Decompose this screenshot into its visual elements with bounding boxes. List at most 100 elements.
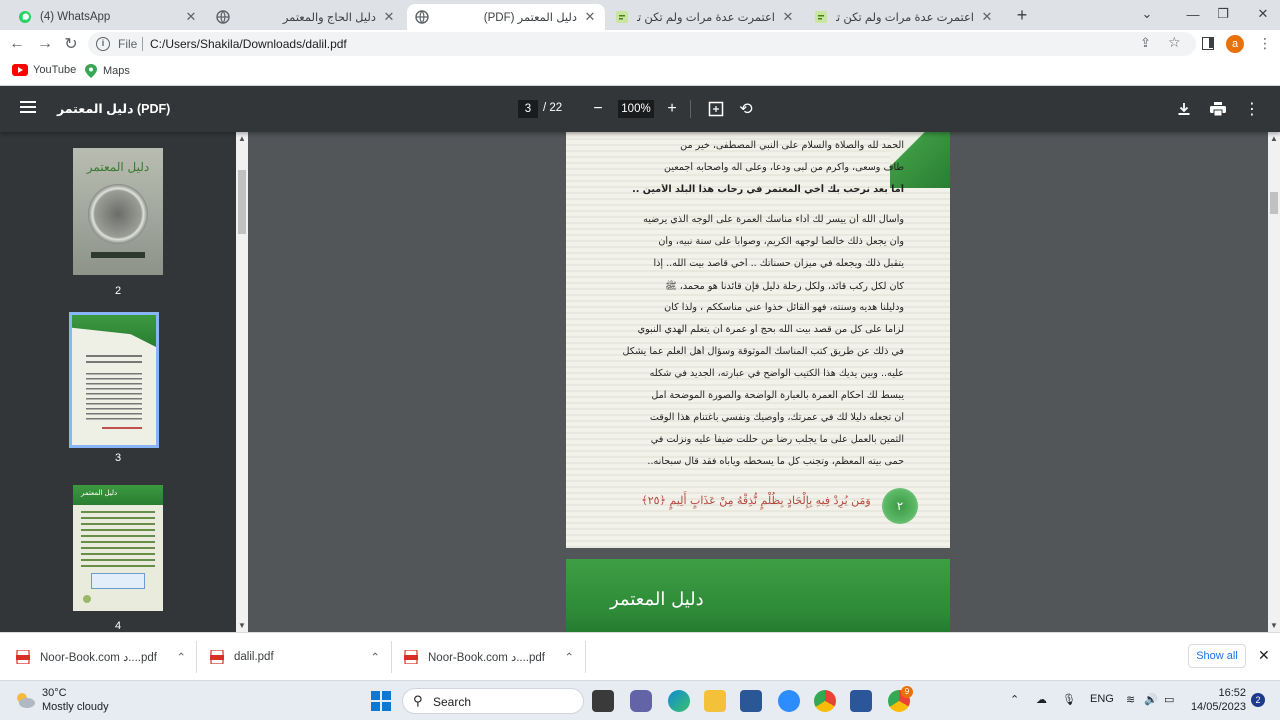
tab-article-2[interactable]: اعتمرت عدة مرات ولم تكن تأخذ من ✕ <box>806 4 1002 30</box>
search-label: Search <box>433 695 472 709</box>
windows-taskbar: 30°C Mostly cloudy ⚲ Search 9 ⌃ ☁ 🎙 ENG … <box>0 680 1280 720</box>
text-line: أن تجعله دليلا لك في عمرتك، وأوصيك ونفسي… <box>649 412 904 423</box>
chrome-icon[interactable] <box>814 690 836 712</box>
reload-icon[interactable]: ↻ <box>60 34 82 54</box>
page-number-input[interactable]: 3 <box>518 100 538 118</box>
bookmark-star-icon[interactable]: ☆ <box>1168 34 1181 51</box>
zoom-in-icon[interactable]: + <box>662 99 682 119</box>
tab-pdf[interactable]: دليل المعتمر (PDF) ✕ <box>407 4 605 30</box>
zoom-out-icon[interactable]: − <box>588 99 608 119</box>
cloud-icon[interactable]: ☁ <box>1036 693 1047 706</box>
thumbnail-title: دليل المعتمر <box>81 490 118 497</box>
chevron-up-icon[interactable]: ⌃ <box>1010 693 1019 706</box>
text-line: أما بعد نرحب بك أخي المعتمر في رحاب هذا … <box>632 184 904 195</box>
chevron-up-icon[interactable]: ⌃ <box>564 650 574 664</box>
taskbar-search[interactable]: ⚲ Search <box>402 688 584 714</box>
side-panel-icon[interactable] <box>1202 37 1214 50</box>
bookmark-youtube[interactable]: YouTube <box>12 64 76 76</box>
thumbnail-page-2[interactable]: دليل المعتمر <box>73 148 163 275</box>
close-icon[interactable]: ✕ <box>980 9 994 25</box>
scroll-up-icon[interactable]: ▲ <box>1270 134 1278 143</box>
thumbnail-page-3[interactable] <box>69 312 159 448</box>
divider <box>196 641 197 673</box>
download-item[interactable]: Noor-Book.com د....pdf ⌃ <box>404 643 574 671</box>
kaaba-image <box>88 184 148 244</box>
wifi-icon[interactable]: ≋ <box>1126 693 1135 706</box>
globe-icon <box>415 10 429 24</box>
download-icon[interactable] <box>1174 99 1194 119</box>
battery-icon[interactable]: ▭ <box>1164 693 1174 706</box>
page-number-badge: ٢ <box>882 488 918 524</box>
download-item[interactable]: Noor-Book.com د....pdf ⌃ <box>16 643 186 671</box>
zoom-input[interactable]: 100% <box>618 100 654 118</box>
scroll-down-icon[interactable]: ▼ <box>1270 621 1278 630</box>
sidebar-scroll-thumb[interactable] <box>238 170 246 234</box>
avatar[interactable]: a <box>1226 35 1244 53</box>
bookmark-label: YouTube <box>33 64 77 76</box>
text-line: حمى بيته المعظم، وتجنب كل ما يسخطه ويأبا… <box>647 456 904 467</box>
teams-icon[interactable] <box>630 690 652 712</box>
notification-badge[interactable]: 2 <box>1251 693 1265 707</box>
language-indicator[interactable]: ENG <box>1090 693 1114 705</box>
close-downloads-icon[interactable]: ✕ <box>1258 647 1270 664</box>
clock-time[interactable]: 16:52 <box>1206 687 1246 699</box>
file-explorer-icon[interactable] <box>704 690 726 712</box>
bookmark-maps[interactable]: Maps <box>84 64 130 78</box>
thumbnail-page-4[interactable]: دليل المعتمر <box>73 485 163 611</box>
text-line: الحمد لله والصلاة والسلام على النبي المص… <box>680 140 904 151</box>
forward-icon[interactable]: → <box>34 34 56 54</box>
downloads-bar: Noor-Book.com د....pdf ⌃ dalil.pdf ⌃ Noo… <box>0 632 1280 680</box>
weather-desc[interactable]: Mostly cloudy <box>42 701 109 713</box>
text-line: لزاما على كل من قصد بيت الله بحج أو عمرة… <box>637 324 904 335</box>
info-icon[interactable]: i <box>96 37 110 51</box>
tab-strip: (4) WhatsApp ✕ دليل الحاج والمعتمر ✕ دلي… <box>0 0 1280 30</box>
show-all-button[interactable]: Show all <box>1188 644 1246 668</box>
text-line <box>86 355 142 357</box>
text-line: يبسط لك أحكام العمرة بالعبارة الواضحة وا… <box>651 390 904 401</box>
windows-start-icon[interactable] <box>371 691 391 711</box>
close-icon[interactable]: ✕ <box>781 9 795 25</box>
more-options-icon[interactable]: ⋮ <box>1242 99 1262 119</box>
zoom-app-icon[interactable] <box>778 690 800 712</box>
word-icon[interactable] <box>850 690 872 712</box>
fit-page-icon[interactable] <box>706 99 726 119</box>
rotate-icon[interactable]: ⟲ <box>736 99 756 119</box>
volume-icon[interactable]: 🔊 <box>1144 693 1158 706</box>
clock-date[interactable]: 14/05/2023 <box>1190 701 1246 713</box>
tab-search-icon[interactable]: ⌄ <box>1124 2 1170 26</box>
print-icon[interactable] <box>1208 99 1228 119</box>
close-icon[interactable]: ✕ <box>583 9 597 25</box>
weather-icon[interactable] <box>14 690 35 710</box>
download-item[interactable]: dalil.pdf ⌃ <box>210 643 380 671</box>
store-icon[interactable] <box>740 690 762 712</box>
back-icon[interactable]: ← <box>6 34 28 54</box>
hamburger-menu-icon[interactable] <box>20 100 36 114</box>
close-icon[interactable]: ✕ <box>382 9 396 25</box>
new-tab-button[interactable]: + <box>1012 5 1032 25</box>
scroll-up-icon[interactable]: ▲ <box>238 134 246 143</box>
text-line: ودليلنا هديه وسنته، فهو القائل خذوا عني … <box>664 302 904 313</box>
chevron-up-icon[interactable]: ⌃ <box>176 650 186 664</box>
task-view-icon[interactable] <box>592 690 614 712</box>
address-bar[interactable]: i File C:/Users/Shakila/Downloads/dalil.… <box>88 32 1196 56</box>
viewer-scroll-thumb[interactable] <box>1270 192 1278 214</box>
scroll-down-icon[interactable]: ▼ <box>238 621 246 630</box>
tab-article-1[interactable]: اعتمرت عدة مرات ولم تكن تأخذ من ✕ <box>607 4 803 30</box>
menu-kebab-icon[interactable]: ⋮ <box>1258 35 1272 52</box>
page-total: / 22 <box>543 102 562 114</box>
close-window-icon[interactable]: ✕ <box>1240 2 1280 26</box>
pdf-page-3: الحمد لله والصلاة والسلام على النبي المص… <box>566 132 950 548</box>
tab-hajj-guide[interactable]: دليل الحاج والمعتمر ✕ <box>208 4 404 30</box>
download-filename: Noor-Book.com د....pdf <box>428 652 545 664</box>
microphone-icon[interactable]: 🎙 <box>1062 693 1076 706</box>
chrome-badge: 9 <box>901 686 913 698</box>
close-icon[interactable]: ✕ <box>184 9 198 25</box>
weather-temp[interactable]: 30°C <box>42 687 67 699</box>
chevron-up-icon[interactable]: ⌃ <box>370 650 380 664</box>
share-icon[interactable]: ⇪ <box>1140 35 1151 51</box>
pdf-viewer: الحمد لله والصلاة والسلام على النبي المص… <box>248 132 1268 632</box>
tab-whatsapp[interactable]: (4) WhatsApp ✕ <box>10 4 206 30</box>
text-line: يتقبل ذلك ويجعله في ميزان حسناتك .. أخي … <box>653 258 904 269</box>
url-text[interactable]: C:/Users/Shakila/Downloads/dalil.pdf <box>150 37 347 51</box>
edge-icon[interactable] <box>668 690 690 712</box>
